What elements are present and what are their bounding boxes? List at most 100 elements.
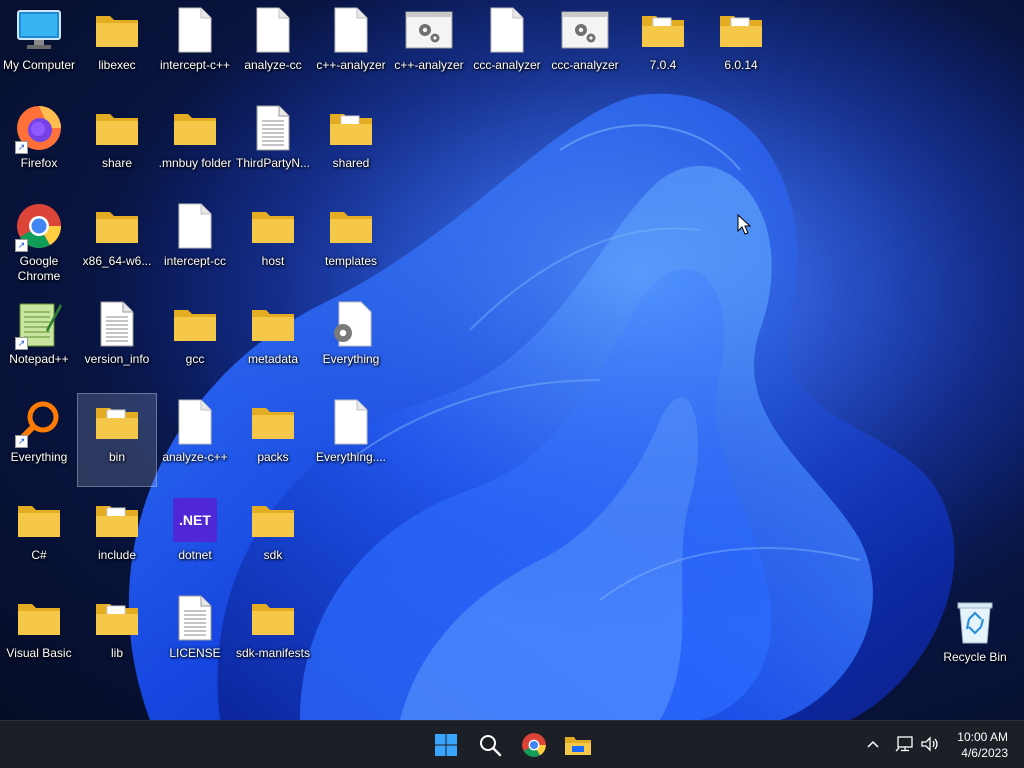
- desktop-icon-label: C#: [31, 548, 47, 562]
- settings-file-icon: [327, 300, 375, 348]
- recycle-bin-icon: [951, 598, 999, 646]
- desktop-icon-thirdpartyn[interactable]: ThirdPartyN...: [234, 100, 312, 192]
- desktop-icon-label: Google Chrome: [17, 254, 61, 283]
- desktop-icon-libexec[interactable]: libexec: [78, 2, 156, 94]
- desktop-icon-label: libexec: [98, 58, 136, 72]
- desktop-icon-label: Firefox: [20, 156, 58, 170]
- desktop-icon-notepad[interactable]: ↗ Notepad++: [0, 296, 78, 388]
- clock-time: 10:00 AM: [957, 730, 1008, 744]
- desktop-icon-visual-basic[interactable]: Visual Basic: [0, 590, 78, 682]
- desktop-icon-firefox[interactable]: ↗ Firefox: [0, 100, 78, 192]
- desktop-icon-analyze-c[interactable]: analyze-c++: [156, 394, 234, 486]
- folder-icon: [171, 104, 219, 152]
- desktop-icon-include[interactable]: include: [78, 492, 156, 584]
- desktop-icon-label: Notepad++: [9, 352, 69, 366]
- windows-logo-icon: [435, 734, 457, 756]
- text-file-icon: [249, 104, 297, 152]
- folder-icon: [93, 104, 141, 152]
- chevron-up-icon: [867, 740, 879, 748]
- desktop-icon-x86-64-w6[interactable]: x86_64-w6...: [78, 198, 156, 290]
- desktop-icon-everything[interactable]: Everything: [312, 296, 390, 388]
- desktop-icon-license[interactable]: LICENSE: [156, 590, 234, 682]
- volume-tray-button[interactable]: [919, 733, 941, 755]
- desktop-icon-label: analyze-cc: [244, 58, 302, 72]
- desktop-icon-version-info[interactable]: version_info: [78, 296, 156, 388]
- desktop-icon-host[interactable]: host: [234, 198, 312, 290]
- desktop-icon-c-analyzer[interactable]: c++-analyzer: [390, 2, 468, 94]
- desktop-icon-lib[interactable]: lib: [78, 590, 156, 682]
- desktop-icon-c-analyzer[interactable]: c++-analyzer: [312, 2, 390, 94]
- firefox-icon: ↗: [15, 104, 63, 154]
- desktop-icon-everything[interactable]: ↗ Everything: [0, 394, 78, 486]
- desktop-icon-templates[interactable]: templates: [312, 198, 390, 290]
- folder-icon: [171, 300, 219, 348]
- chrome-icon: [522, 733, 546, 757]
- folder-icon: [93, 398, 141, 446]
- file-icon: [171, 202, 219, 250]
- desktop-icon-label: share: [101, 156, 133, 170]
- desktop-icon-label: shared: [332, 156, 370, 170]
- desktop-icon-label: Everything....: [315, 450, 387, 464]
- taskbar: 10:00 AM 4/6/2023: [0, 720, 1024, 768]
- desktop-icon-label: Everything: [322, 352, 380, 366]
- desktop-icon-mnbuy-folder[interactable]: .mnbuy folder: [156, 100, 234, 192]
- desktop-icon-packs[interactable]: packs: [234, 394, 312, 486]
- desktop-icon-label: dotnet: [178, 548, 212, 562]
- desktop-icon-metadata[interactable]: metadata: [234, 296, 312, 388]
- desktop-icon-analyze-cc[interactable]: analyze-cc: [234, 2, 312, 94]
- computer-icon: [15, 6, 63, 54]
- folder-icon: [249, 202, 297, 250]
- desktop-icon-ccc-analyzer[interactable]: ccc-analyzer: [546, 2, 624, 94]
- file-icon: [171, 6, 219, 54]
- desktop-icon-intercept-cc[interactable]: intercept-cc: [156, 198, 234, 290]
- desktop-icon-sdk-manifests[interactable]: sdk-manifests: [234, 590, 312, 682]
- desktop-icon-label: Recycle Bin: [943, 650, 1007, 664]
- desktop-icon-label: metadata: [247, 352, 299, 366]
- desktop-icon-6-0-14[interactable]: 6.0.14: [702, 2, 780, 94]
- folder-icon: [93, 496, 141, 544]
- desktop-icon-everything[interactable]: Everything....: [312, 394, 390, 486]
- desktop-icon-label: Everything: [10, 450, 68, 464]
- folder-icon: [639, 6, 687, 54]
- desktop[interactable]: My Computer libexec intercept-c++ analyz…: [0, 0, 1024, 720]
- desktop-icon-label: analyze-c++: [162, 450, 228, 464]
- chrome-icon: ↗: [15, 202, 63, 252]
- file-icon: [483, 6, 531, 54]
- desktop-icon-7-0-4[interactable]: 7.0.4: [624, 2, 702, 94]
- chrome-taskbar-button[interactable]: [516, 727, 552, 763]
- desktop-icon-dotnet[interactable]: .NET dotnet: [156, 492, 234, 584]
- desktop-icon-label: gcc: [185, 352, 205, 366]
- executable-icon: [561, 6, 609, 54]
- folder-icon: [249, 398, 297, 446]
- folder-icon: [93, 594, 141, 642]
- desktop-icon-sdk[interactable]: sdk: [234, 492, 312, 584]
- file-explorer-taskbar-button[interactable]: [560, 727, 596, 763]
- folder-icon: [249, 496, 297, 544]
- folder-icon: [93, 6, 141, 54]
- desktop-icon-gcc[interactable]: gcc: [156, 296, 234, 388]
- start-button[interactable]: [428, 727, 464, 763]
- shortcut-arrow-icon: ↗: [15, 435, 28, 448]
- network-tray-button[interactable]: [894, 733, 916, 755]
- text-file-icon: [93, 300, 141, 348]
- desktop-icon-my-computer[interactable]: My Computer: [0, 2, 78, 94]
- desktop-icon-label: c++-analyzer: [394, 58, 464, 72]
- desktop-icon-share[interactable]: share: [78, 100, 156, 192]
- desktop-icon-c[interactable]: C#: [0, 492, 78, 584]
- desktop-icon-label: intercept-c++: [159, 58, 231, 72]
- desktop-icon-google-chrome[interactable]: ↗ Google Chrome: [0, 198, 78, 290]
- search-button[interactable]: [472, 727, 508, 763]
- desktop-icon-label: ccc-analyzer: [551, 58, 619, 72]
- desktop-icon-bin[interactable]: bin: [77, 393, 157, 487]
- desktop-icon-label: 7.0.4: [649, 58, 677, 72]
- folder-icon: [327, 202, 375, 250]
- clock[interactable]: 10:00 AM 4/6/2023: [957, 729, 1008, 761]
- desktop-icon-intercept-c[interactable]: intercept-c++: [156, 2, 234, 94]
- desktop-icon-label: .mnbuy folder: [158, 156, 232, 170]
- show-hidden-icons-button[interactable]: [862, 733, 884, 755]
- desktop-icon-recycle-bin[interactable]: Recycle Bin: [936, 594, 1014, 686]
- desktop-icon-label: LICENSE: [169, 646, 221, 660]
- desktop-icon-shared[interactable]: shared: [312, 100, 390, 192]
- desktop-icon-ccc-analyzer[interactable]: ccc-analyzer: [468, 2, 546, 94]
- desktop-icon-label: My Computer: [2, 58, 76, 72]
